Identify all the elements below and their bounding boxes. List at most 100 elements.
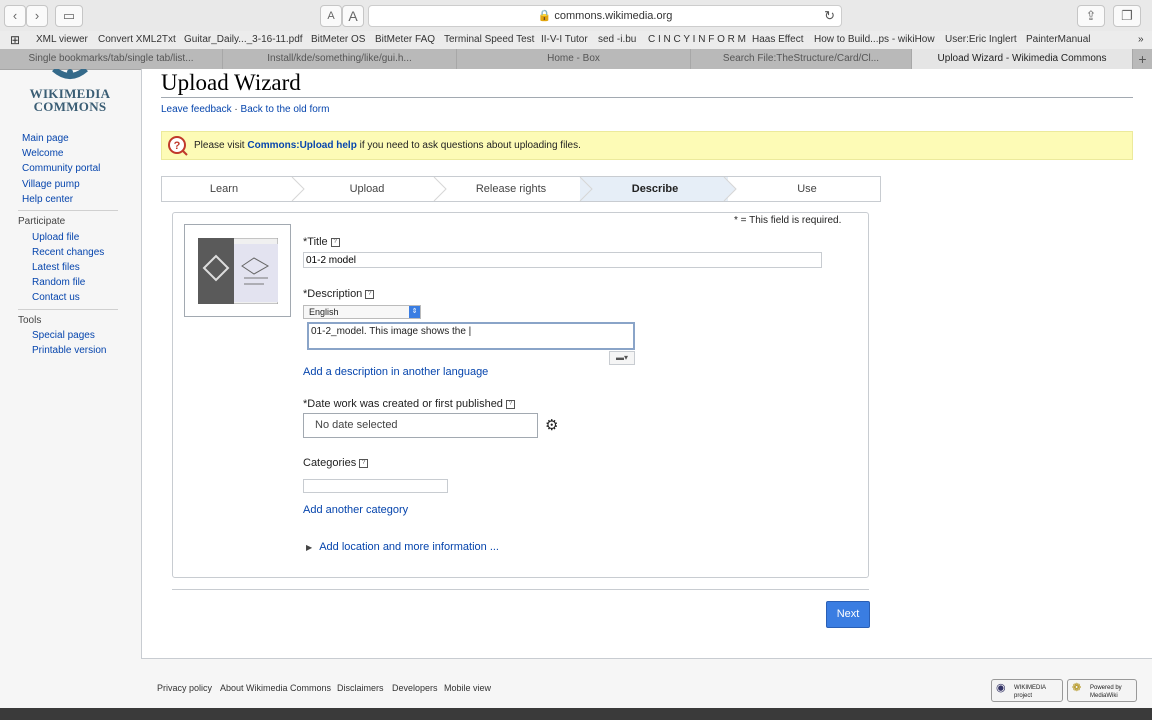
bookmark[interactable]: sed -i.bu bbox=[598, 31, 636, 49]
next-button[interactable]: Next bbox=[826, 601, 870, 628]
bookmark[interactable]: BitMeter OS bbox=[311, 31, 365, 49]
sidebar-item-random-file[interactable]: Random file bbox=[32, 277, 85, 288]
more-info-link: Add location and more information ... bbox=[319, 541, 499, 553]
reload-icon[interactable]: ↻ bbox=[824, 6, 835, 26]
add-category-link[interactable]: Add another category bbox=[303, 504, 408, 516]
bookmark[interactable]: Haas Effect bbox=[752, 31, 804, 49]
mediawiki-badge-icon: ❁ bbox=[1072, 682, 1082, 694]
title-help-icon[interactable]: ? bbox=[330, 237, 340, 247]
bookmark[interactable]: User:Eric Inglert bbox=[945, 31, 1017, 49]
categories-help-icon[interactable]: ? bbox=[359, 458, 369, 468]
title-label-row: *Title? bbox=[303, 236, 340, 248]
sidebar-item-community-portal[interactable]: Community portal bbox=[22, 163, 100, 174]
tab-active[interactable]: Upload Wizard - Wikimedia Commons bbox=[912, 49, 1133, 69]
bookmark[interactable]: BitMeter FAQ bbox=[375, 31, 435, 49]
tab[interactable]: Install/kde/something/like/gui.h... bbox=[223, 49, 457, 69]
logo-emblem-icon bbox=[52, 69, 88, 79]
date-label: *Date work was created or first publishe… bbox=[303, 398, 503, 410]
sidebar-heading-tools: Tools bbox=[18, 315, 42, 326]
bookmark[interactable]: Terminal Speed Test bbox=[444, 31, 534, 49]
special-characters-button[interactable]: ▬▾ bbox=[609, 351, 635, 365]
description-textarea[interactable]: 01-2_model. This image shows the | bbox=[307, 322, 635, 350]
sidebar-toggle-icon[interactable]: ▭ bbox=[55, 5, 83, 27]
grid-icon[interactable]: ⊞ bbox=[10, 31, 20, 49]
address-bar[interactable]: 🔒 commons.wikimedia.org ↻ bbox=[368, 5, 842, 27]
footer-privacy-link[interactable]: Privacy policy bbox=[157, 683, 212, 693]
sidebar-item-welcome[interactable]: Welcome bbox=[22, 148, 64, 159]
language-select-value: English bbox=[309, 307, 339, 317]
add-description-link[interactable]: Add a description in another language bbox=[303, 366, 488, 378]
back-to-old-form-link[interactable]: Back to the old form bbox=[241, 104, 330, 115]
tabs-overview-icon[interactable]: ❐ bbox=[1113, 5, 1141, 27]
new-tab-icon[interactable]: + bbox=[1133, 49, 1152, 69]
gear-icon[interactable]: ⚙ bbox=[545, 417, 558, 435]
date-value: No date selected bbox=[315, 419, 398, 431]
page-sublinks: Leave feedback · Back to the old form bbox=[161, 104, 329, 115]
categories-label: Categories bbox=[303, 457, 357, 469]
separator: · bbox=[234, 104, 238, 115]
text-larger-button[interactable]: A bbox=[342, 5, 364, 27]
bookmark[interactable]: C I N C Y I N F O R M bbox=[648, 31, 746, 49]
date-input[interactable]: No date selected bbox=[303, 413, 538, 438]
expand-triangle-icon: ▶ bbox=[306, 543, 313, 552]
bookmark[interactable]: Guitar_Daily..._3-16-11.pdf bbox=[184, 31, 303, 49]
leave-feedback-link[interactable]: Leave feedback bbox=[161, 104, 232, 115]
sidebar-item-contact-us[interactable]: Contact us bbox=[32, 292, 80, 303]
bookmarks-bar: ⊞ XML viewer Convert XML2Txt Guitar_Dail… bbox=[0, 31, 1152, 50]
tab[interactable]: Single bookmarks/tab/single tab/list... bbox=[0, 49, 223, 69]
browser-toolbar: ‹ › ▭ A A 🔒 commons.wikimedia.org ↻ ⇪ ❐ bbox=[0, 0, 1152, 32]
upload-help-link[interactable]: Commons:Upload help bbox=[247, 140, 356, 151]
wikimedia-logo[interactable]: WIKIMEDIA COMMONS bbox=[24, 69, 116, 114]
wikimedia-badge-text: WIKIMEDIA project bbox=[1014, 685, 1046, 699]
wikimedia-project-badge[interactable]: ◉ WIKIMEDIA project bbox=[991, 679, 1063, 702]
description-text: 01-2_model. This image shows the | bbox=[311, 326, 472, 337]
footer-developers-link[interactable]: Developers bbox=[392, 683, 438, 693]
sidebar-item-main-page[interactable]: Main page bbox=[22, 133, 69, 144]
wikimedia-badge-icon: ◉ bbox=[996, 682, 1006, 694]
step-release-rights: Release rights bbox=[475, 183, 547, 195]
url-text: commons.wikimedia.org bbox=[554, 10, 673, 22]
sidebar-item-upload-file[interactable]: Upload file bbox=[32, 232, 79, 243]
tab[interactable]: Search File:TheStructure/Card/Cl... bbox=[691, 49, 912, 69]
forward-icon[interactable]: › bbox=[26, 5, 48, 27]
page-title: Upload Wizard bbox=[161, 70, 301, 95]
bookmark[interactable]: How to Build...ps - wikiHow bbox=[814, 31, 935, 49]
footer-about-link[interactable]: About Wikimedia Commons bbox=[220, 683, 331, 693]
category-input[interactable] bbox=[303, 479, 448, 493]
sidebar-item-printable-version[interactable]: Printable version bbox=[32, 345, 106, 356]
footer-mobile-view-link[interactable]: Mobile view bbox=[444, 683, 491, 693]
bookmark[interactable]: XML viewer bbox=[36, 31, 88, 49]
sidebar-item-recent-changes[interactable]: Recent changes bbox=[32, 247, 104, 258]
sidebar: WIKIMEDIA COMMONS Main page Welcome Comm… bbox=[0, 69, 141, 659]
title-underline bbox=[161, 97, 1133, 98]
title-input[interactable] bbox=[303, 252, 822, 268]
wizard-steps: Learn Upload Release rights Describe Use bbox=[161, 176, 881, 202]
logo-text-line2: COMMONS bbox=[33, 99, 107, 114]
bookmark[interactable]: Convert XML2Txt bbox=[98, 31, 176, 49]
back-icon[interactable]: ‹ bbox=[4, 5, 26, 27]
tab[interactable]: Home - Box bbox=[457, 49, 691, 69]
sidebar-heading-participate: Participate bbox=[18, 216, 66, 227]
bottom-bar bbox=[0, 708, 1152, 720]
bookmark[interactable]: PainterManual bbox=[1026, 31, 1090, 49]
powered-by-mediawiki-badge[interactable]: ❁ Powered by MediaWiki bbox=[1067, 679, 1137, 702]
sidebar-divider bbox=[18, 309, 118, 310]
text-smaller-button[interactable]: A bbox=[320, 5, 342, 27]
sidebar-item-village-pump[interactable]: Village pump bbox=[22, 179, 80, 190]
share-icon[interactable]: ⇪ bbox=[1077, 5, 1105, 27]
sidebar-divider bbox=[18, 210, 118, 211]
language-select[interactable]: English ⇕ bbox=[303, 305, 421, 319]
help-notice: ? Please visit Commons:Upload help if yo… bbox=[161, 131, 1133, 160]
file-thumbnail bbox=[184, 224, 291, 317]
description-label-row: *Description? bbox=[303, 288, 375, 300]
footer-disclaimers-link[interactable]: Disclaimers bbox=[337, 683, 384, 693]
sidebar-item-help-center[interactable]: Help center bbox=[22, 194, 73, 205]
sidebar-item-special-pages[interactable]: Special pages bbox=[32, 330, 95, 341]
description-help-icon[interactable]: ? bbox=[365, 289, 375, 299]
overflow-chevron-icon[interactable]: » bbox=[1138, 31, 1144, 49]
bookmark[interactable]: II-V-I Tutor bbox=[541, 31, 588, 49]
more-info-toggle[interactable]: ▶ Add location and more information ... bbox=[306, 541, 499, 553]
step-describe: Describe bbox=[631, 183, 679, 195]
date-help-icon[interactable]: ? bbox=[505, 399, 515, 409]
sidebar-item-latest-files[interactable]: Latest files bbox=[32, 262, 80, 273]
